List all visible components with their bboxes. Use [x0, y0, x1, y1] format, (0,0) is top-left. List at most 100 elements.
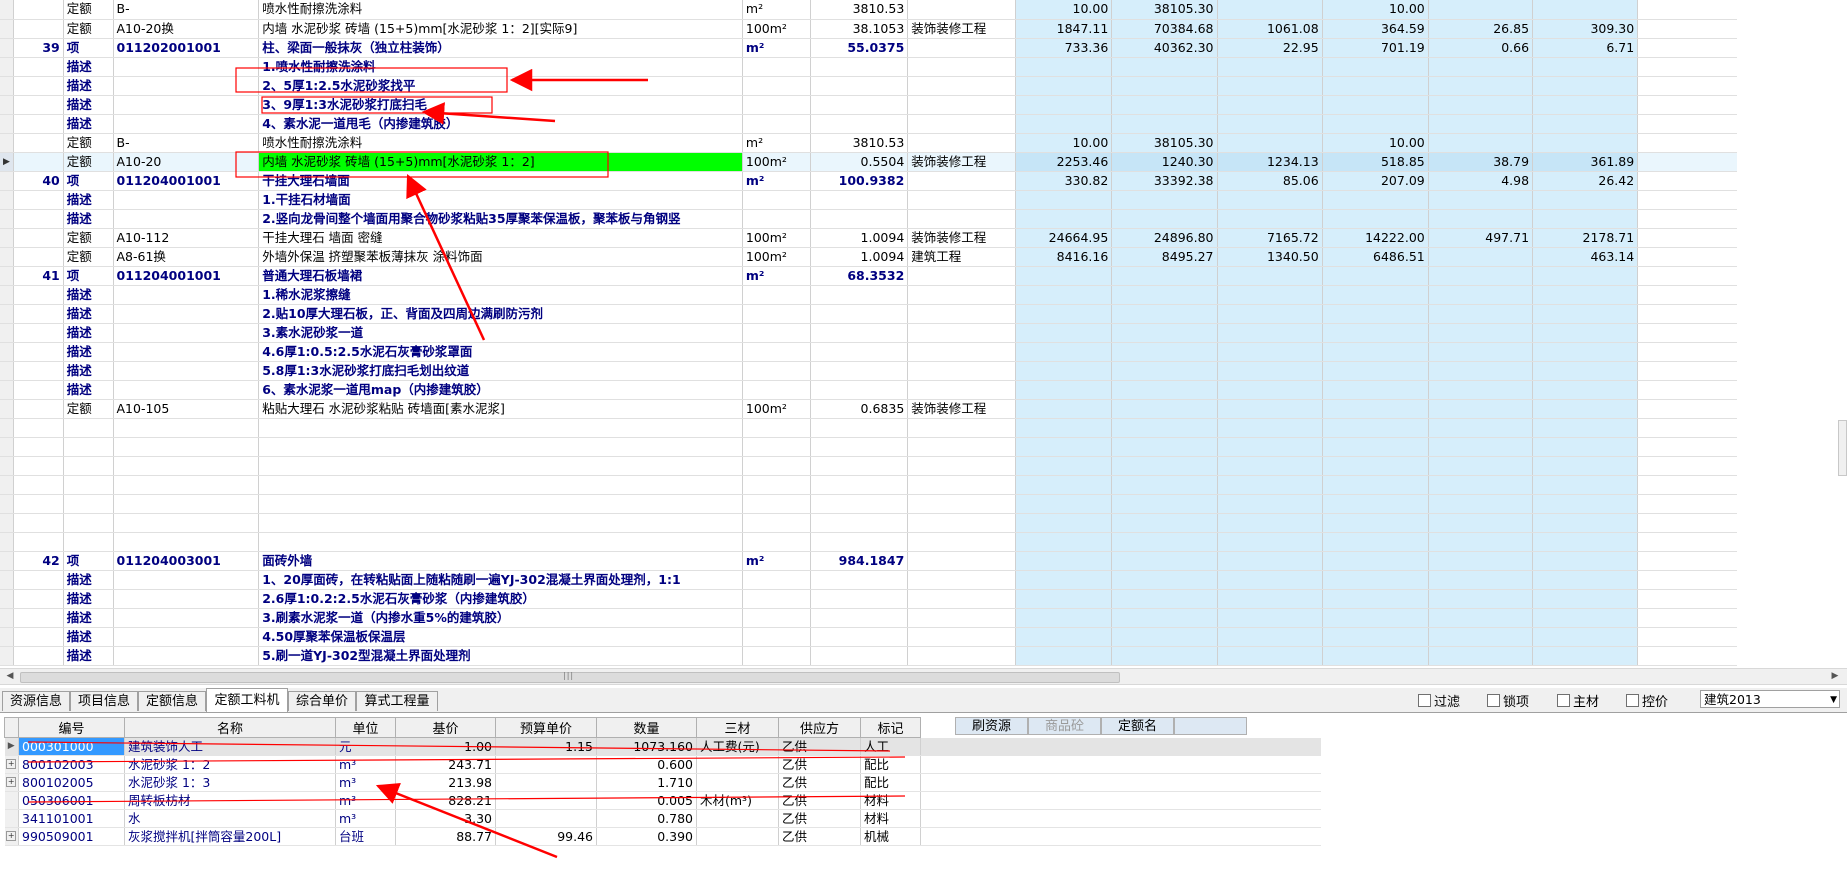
- row-labor[interactable]: [1217, 627, 1323, 647]
- row-quantity[interactable]: [810, 380, 909, 400]
- row-type[interactable]: 定额: [63, 152, 114, 172]
- row-machine[interactable]: [1428, 190, 1534, 210]
- budget-price[interactable]: [495, 809, 597, 828]
- row-unit-price[interactable]: [1015, 361, 1113, 381]
- row-code[interactable]: 011202001001: [113, 38, 260, 58]
- row-type[interactable]: 项: [63, 551, 114, 571]
- row-unit[interactable]: [742, 608, 812, 628]
- row-labor[interactable]: 1061.08: [1217, 19, 1323, 39]
- row-type[interactable]: 定额: [63, 19, 114, 39]
- row-specialty[interactable]: [907, 266, 1017, 286]
- row-unit[interactable]: [742, 513, 812, 533]
- row-management[interactable]: [1532, 627, 1639, 647]
- row-specialty[interactable]: [907, 532, 1017, 552]
- grid-row[interactable]: 描述 1.干挂石材墙面: [0, 190, 1847, 210]
- row-management[interactable]: [1532, 304, 1639, 324]
- row-specialty[interactable]: [907, 380, 1017, 400]
- row-name[interactable]: 1.稀水泥浆擦缝: [258, 285, 743, 305]
- row-name[interactable]: 普通大理石板墙裙: [258, 266, 743, 286]
- row-labor[interactable]: [1217, 57, 1323, 77]
- row-unit[interactable]: 100m²: [742, 228, 812, 248]
- grid-row[interactable]: 定额 A10-105 粘贴大理石 水泥砂浆粘贴 砖墙面[素水泥浆] 100m² 0.68…: [0, 399, 1847, 419]
- grid-row[interactable]: 描述 1.喷水性耐擦洗涂料: [0, 57, 1847, 77]
- resource-name[interactable]: 周转板枋材: [124, 791, 336, 810]
- row-material[interactable]: [1322, 513, 1429, 533]
- resource-code[interactable]: 000301000: [18, 737, 125, 756]
- row-material[interactable]: [1322, 475, 1429, 495]
- three-materials[interactable]: [696, 755, 779, 774]
- row-labor[interactable]: [1217, 646, 1323, 666]
- row-type[interactable]: 描述: [63, 570, 114, 590]
- row-quantity[interactable]: 0.5504: [810, 152, 909, 172]
- row-labor[interactable]: [1217, 608, 1323, 628]
- grid-row[interactable]: 定额 A8-61换 外墙外保温 挤塑聚苯板薄抹灰 涂料饰面 100m² 1.0094 建筑…: [0, 247, 1847, 267]
- three-materials[interactable]: [696, 827, 779, 846]
- row-selector[interactable]: [0, 437, 14, 457]
- row-specialty[interactable]: 装饰装修工程: [907, 399, 1017, 419]
- row-machine[interactable]: [1428, 304, 1534, 324]
- row-quantity[interactable]: 3810.53: [810, 133, 909, 153]
- row-material[interactable]: [1322, 646, 1429, 666]
- resource-unit[interactable]: m³: [335, 809, 396, 828]
- row-code[interactable]: [113, 418, 260, 438]
- row-quantity[interactable]: 55.0375: [810, 38, 909, 58]
- row-selector[interactable]: [0, 133, 14, 153]
- row-number[interactable]: [13, 589, 64, 609]
- row-number[interactable]: [13, 342, 64, 362]
- row-quantity[interactable]: [810, 646, 909, 666]
- grid-row[interactable]: 描述 1、20厚面砖，在转粘贴面上随粘随刷一遍YJ-302混凝土界面处理剂，1:1: [0, 570, 1847, 590]
- row-unit[interactable]: m²: [742, 551, 812, 571]
- row-specialty[interactable]: [907, 285, 1017, 305]
- resource-row[interactable]: ▶ 000301000 建筑装饰人工元 1.00 1.15 1073.160 人工费(元) 乙…: [4, 737, 1321, 756]
- row-code[interactable]: [113, 114, 260, 134]
- budget-price[interactable]: [495, 755, 597, 774]
- row-total[interactable]: [1111, 589, 1218, 609]
- row-management[interactable]: [1532, 589, 1639, 609]
- row-unit[interactable]: [742, 589, 812, 609]
- tab-norm-labor-material[interactable]: 定额工料机: [206, 688, 288, 712]
- row-type[interactable]: 描述: [63, 190, 114, 210]
- grid-row[interactable]: [0, 494, 1847, 514]
- row-number[interactable]: [13, 228, 64, 248]
- row-type[interactable]: 项: [63, 266, 114, 286]
- row-name[interactable]: 1.干挂石材墙面: [258, 190, 743, 210]
- row-number[interactable]: [13, 0, 64, 20]
- row-number[interactable]: 41: [13, 266, 64, 286]
- tab-norm-name[interactable]: 定额名: [1101, 717, 1174, 735]
- grid-row[interactable]: [0, 513, 1847, 533]
- grid-row[interactable]: [0, 475, 1847, 495]
- row-name[interactable]: 5.8厚1:3水泥砂浆打底扫毛划出纹道: [258, 361, 743, 381]
- row-material[interactable]: [1322, 627, 1429, 647]
- row-material[interactable]: [1322, 76, 1429, 96]
- three-materials[interactable]: 人工费(元): [696, 737, 779, 756]
- row-name[interactable]: 喷水性耐擦洗涂料: [258, 133, 743, 153]
- row-specialty[interactable]: [907, 57, 1017, 77]
- row-machine[interactable]: 26.85: [1428, 19, 1534, 39]
- row-material[interactable]: [1322, 494, 1429, 514]
- row-unit-price[interactable]: [1015, 646, 1113, 666]
- row-specialty[interactable]: [907, 437, 1017, 457]
- row-quantity[interactable]: [810, 323, 909, 343]
- row-total[interactable]: [1111, 513, 1218, 533]
- row-quantity[interactable]: [810, 570, 909, 590]
- row-selector[interactable]: [0, 171, 14, 191]
- row-labor[interactable]: [1217, 418, 1323, 438]
- row-unit[interactable]: [742, 494, 812, 514]
- row-specialty[interactable]: [907, 608, 1017, 628]
- grid-row[interactable]: 描述 4.50厚聚苯保温板保温层: [0, 627, 1847, 647]
- row-type[interactable]: 定额: [63, 399, 114, 419]
- row-specialty[interactable]: [907, 133, 1017, 153]
- row-selector[interactable]: [0, 532, 14, 552]
- row-machine[interactable]: [1428, 380, 1534, 400]
- row-name[interactable]: 3.素水泥砂浆一道: [258, 323, 743, 343]
- row-selector[interactable]: [0, 361, 14, 381]
- row-material[interactable]: [1322, 95, 1429, 115]
- row-labor[interactable]: [1217, 0, 1323, 20]
- row-management[interactable]: 6.71: [1532, 38, 1639, 58]
- horizontal-scrollbar[interactable]: ◀ ||| ▶: [0, 668, 1847, 685]
- row-code[interactable]: [113, 646, 260, 666]
- row-specialty[interactable]: [907, 456, 1017, 476]
- row-specialty[interactable]: [907, 570, 1017, 590]
- row-unit[interactable]: m²: [742, 133, 812, 153]
- row-unit[interactable]: [742, 570, 812, 590]
